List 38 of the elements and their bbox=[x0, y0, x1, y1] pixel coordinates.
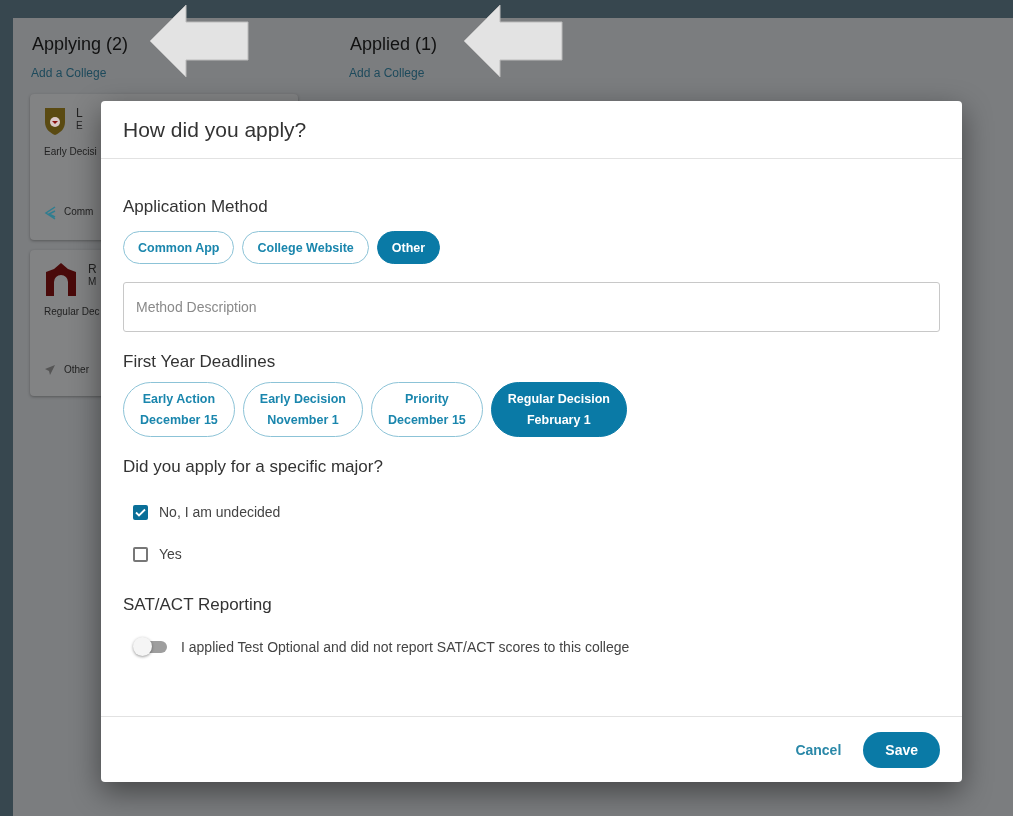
section-heading: Application Method bbox=[123, 197, 269, 217]
paper-plane-icon bbox=[44, 364, 56, 376]
deadline-option[interactable]: Priority December 15 bbox=[371, 382, 483, 437]
add-college-link[interactable]: Add a College bbox=[349, 66, 616, 80]
college-name: L bbox=[76, 106, 83, 120]
college-name: R bbox=[88, 262, 97, 276]
arrow-icon bbox=[462, 3, 564, 79]
section-heading: SAT/ACT Reporting bbox=[123, 595, 273, 615]
column-title: Applying (2) bbox=[32, 33, 129, 55]
add-college-link[interactable]: Add a College bbox=[31, 66, 298, 80]
method-description-field[interactable]: Method Description bbox=[123, 282, 940, 332]
column-title: Applied (1) bbox=[350, 33, 438, 55]
deadline-option[interactable]: Early Action December 15 bbox=[123, 382, 235, 437]
arch-icon bbox=[44, 262, 78, 296]
checkbox-label: No, I am undecided bbox=[159, 504, 281, 520]
deadline-text: Regular Dec bbox=[44, 306, 100, 317]
cancel-button[interactable]: Cancel bbox=[791, 733, 846, 766]
swoosh-icon bbox=[44, 206, 56, 220]
method-option[interactable]: College Website bbox=[242, 231, 369, 264]
method-text: Comm bbox=[64, 206, 94, 217]
save-button[interactable]: Save bbox=[863, 731, 940, 768]
checkbox[interactable] bbox=[133, 546, 148, 562]
method-text: Other bbox=[64, 364, 89, 375]
checkbox[interactable] bbox=[133, 504, 148, 520]
crest-icon bbox=[44, 106, 66, 136]
dialog-title: How did you apply? bbox=[123, 117, 307, 142]
college-location: M bbox=[88, 276, 97, 287]
checkbox-label: Yes bbox=[159, 546, 182, 562]
deadline-text: Early Decisi bbox=[44, 146, 97, 157]
section-heading: Did you apply for a specific major? bbox=[123, 457, 384, 477]
toggle-label: I applied Test Optional and did not report SAT/ACT scores to this college bbox=[181, 639, 630, 655]
deadline-option[interactable]: Regular Decision February 1 bbox=[490, 382, 627, 437]
method-option[interactable]: Other bbox=[376, 231, 441, 264]
method-option[interactable]: Common App bbox=[123, 231, 235, 264]
deadline-option[interactable]: Early Decision November 1 bbox=[242, 382, 363, 437]
section-heading: First Year Deadlines bbox=[123, 352, 277, 372]
college-location: E bbox=[76, 120, 83, 131]
arrow-icon bbox=[148, 3, 250, 79]
